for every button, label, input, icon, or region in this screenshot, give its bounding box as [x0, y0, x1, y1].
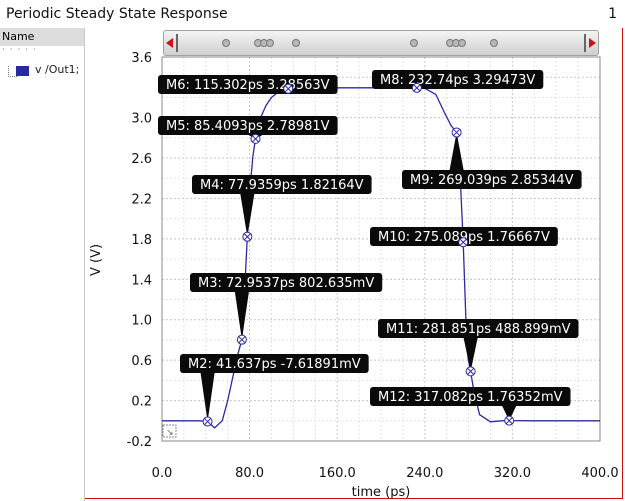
plot-grid [161, 56, 601, 442]
y-tick-label: -0.2 [127, 435, 152, 450]
marker-m12[interactable]: M12: 317.082ps 1.76352mV [370, 387, 571, 426]
marker-m4[interactable]: M4: 77.9359ps 1.82164V [192, 175, 372, 242]
marker-m5[interactable]: M5: 85.4093ps 2.78981V [158, 116, 338, 144]
y-axis-ticks: -0.2 0.2 0.6 1.0 1.4 1.8 2.2 2.6 3.0 3.6 [127, 51, 152, 450]
marker-m8[interactable]: M8: 232.74ps 3.29473V [372, 70, 544, 93]
marker-label: M12: 317.082ps 1.76352mV [378, 390, 563, 405]
y-tick-label: 2.6 [131, 152, 152, 167]
marker-m6[interactable]: M6: 115.302ps 3.28563V [158, 75, 338, 94]
marker-m10[interactable]: M10: 275.089ps 1.76667V [370, 227, 558, 248]
x-tick-label: 80.0 [235, 466, 264, 481]
svg-text:↘: ↘ [166, 428, 174, 438]
y-tick-label: 1.0 [131, 314, 152, 329]
marker-pointer [463, 338, 478, 372]
y-tick-label: 1.4 [131, 273, 152, 288]
marker-label: M5: 85.4093ps 2.78981V [166, 119, 330, 134]
marker-pointer [200, 373, 215, 422]
y-tick-label: 2.2 [131, 192, 152, 207]
marker-label: M8: 232.74ps 3.29473V [380, 73, 535, 88]
x-tick-label: 0.0 [152, 466, 173, 481]
waveform-chart[interactable]: -0.2 0.2 0.6 1.0 1.4 1.8 2.2 2.6 3.0 3.6 0.0 80.0 1… [0, 0, 625, 501]
y-tick-label: 0.2 [131, 395, 152, 410]
marker-label: M4: 77.9359ps 1.82164V [200, 178, 364, 193]
x-axis-label: time (ps) [352, 485, 411, 500]
marker-m2[interactable]: M2: 41.637ps -7.61891mV [180, 354, 369, 427]
marker-label: M2: 41.637ps -7.61891mV [188, 357, 361, 372]
marker-label: M9: 269.039ps 2.85344V [410, 173, 574, 188]
marker-m11[interactable]: M11: 281.851ps 488.899mV [378, 319, 579, 377]
y-axis-label: V (V) [89, 244, 104, 276]
marker-pointer [234, 292, 249, 340]
x-tick-label: 240.0 [406, 466, 443, 481]
markers-group: M2: 41.637ps -7.61891mV M3: 72.9537ps 802… [158, 70, 582, 427]
y-tick-label: 3.6 [131, 51, 152, 66]
x-tick-label: 400.0 [581, 466, 618, 481]
marker-pointer [240, 194, 255, 237]
x-axis-ticks: 0.0 80.0 160.0 240.0 320.0 400.0 [152, 466, 619, 481]
y-tick-label: 3.0 [131, 112, 152, 127]
y-tick-label: 1.8 [131, 233, 152, 248]
x-tick-label: 320.0 [494, 466, 531, 481]
y-tick-label: 0.6 [131, 354, 152, 369]
marker-label: M11: 281.851ps 488.899mV [386, 322, 571, 337]
marker-label: M3: 72.9537ps 802.635mV [198, 276, 374, 291]
plot-corner-icon[interactable]: ↘ [162, 424, 177, 438]
x-tick-label: 160.0 [319, 466, 356, 481]
marker-m3[interactable]: M3: 72.9537ps 802.635mV [190, 273, 383, 345]
marker-label: M6: 115.302ps 3.28563V [166, 78, 330, 93]
